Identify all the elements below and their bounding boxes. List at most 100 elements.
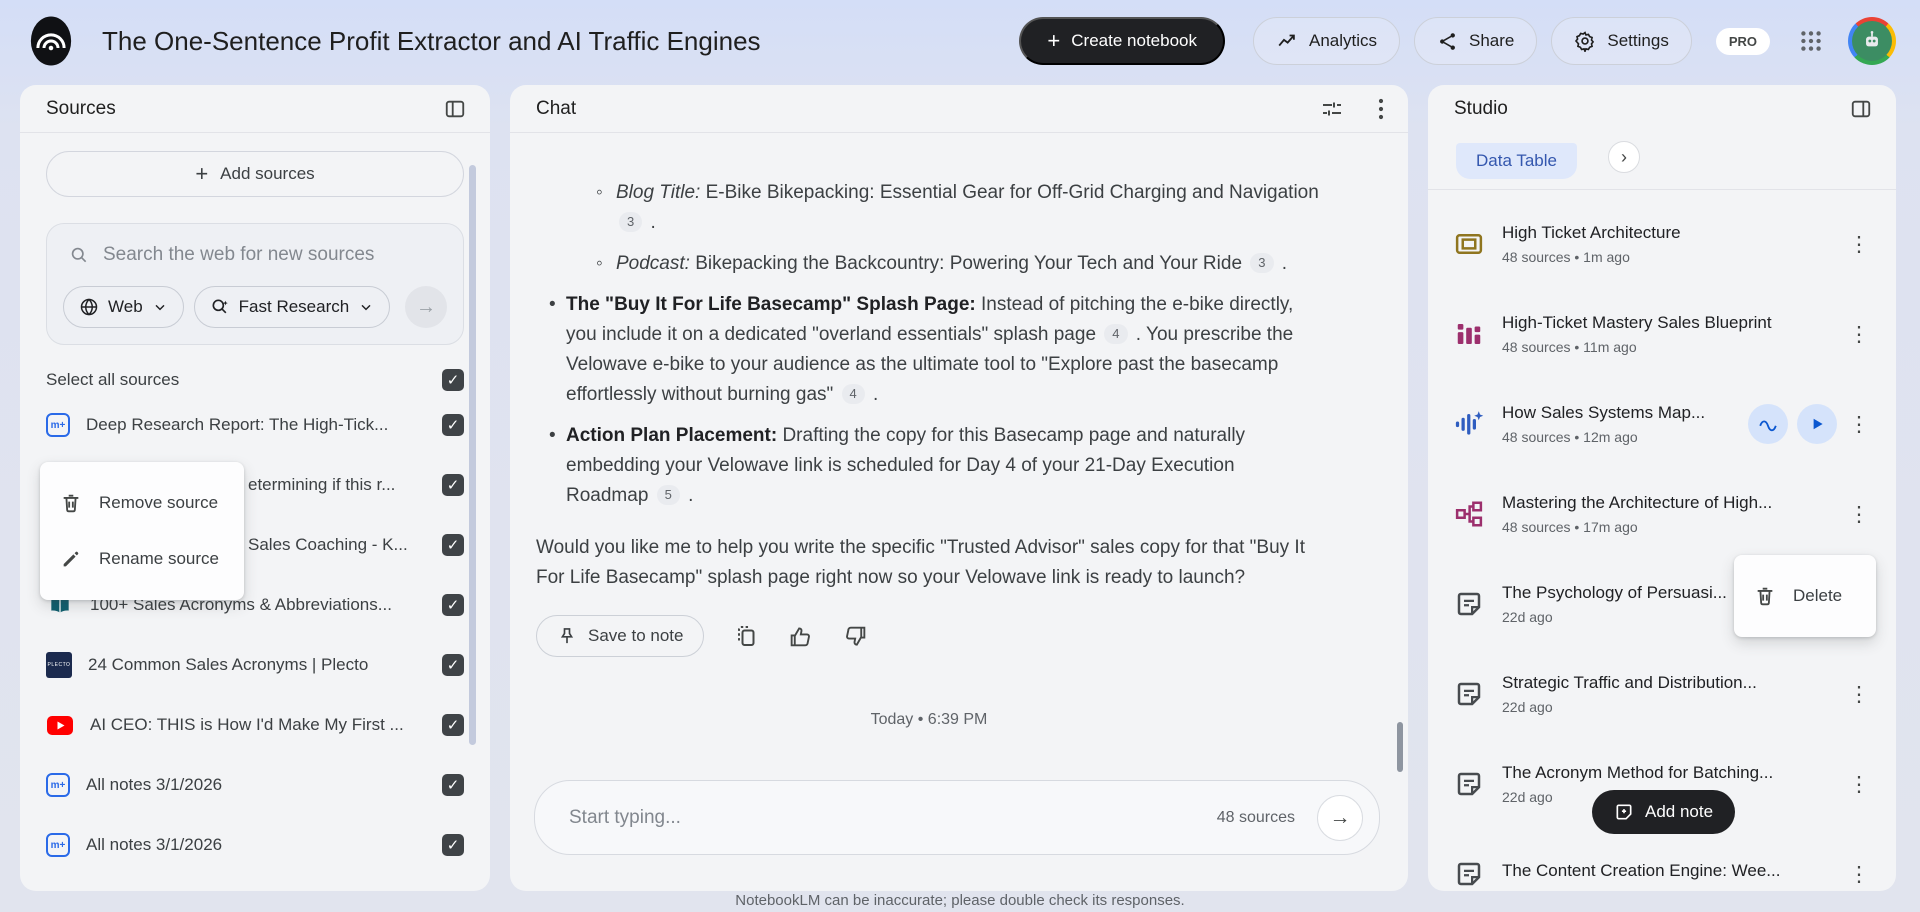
analytics-button[interactable]: Analytics xyxy=(1252,17,1401,65)
message-block: Blog Title: E-Bike Bikepacking: Essentia… xyxy=(536,178,1322,238)
message-text: . xyxy=(682,485,694,506)
message-block: Podcast: Bikepacking the Backcountry: Po… xyxy=(536,249,1322,279)
studio-item-text: Mastering the Architecture of High... 48 … xyxy=(1502,493,1840,535)
source-checkbox[interactable] xyxy=(442,474,464,496)
search-input[interactable] xyxy=(102,244,441,266)
thumbs-down-icon xyxy=(846,626,866,646)
share-button[interactable]: Share xyxy=(1414,17,1538,65)
add-note-label: Add note xyxy=(1645,802,1714,821)
source-checkbox[interactable] xyxy=(442,654,464,676)
citation-chip[interactable]: 3 xyxy=(619,212,643,232)
flashcards-icon xyxy=(1454,229,1484,259)
notebook-title: The One-Sentence Profit Extractor and AI… xyxy=(102,25,761,56)
chat-more-options-button[interactable] xyxy=(1378,97,1384,121)
thumbs-down-button[interactable] xyxy=(843,624,868,649)
settings-label: Settings xyxy=(1607,31,1669,50)
notebooklm-logo-icon xyxy=(30,16,72,66)
message-text: . xyxy=(1276,253,1288,274)
copy-response-button[interactable] xyxy=(734,624,758,648)
studio-item-text: The Content Creation Engine: Wee... xyxy=(1502,861,1840,887)
source-title: Sales Coaching - K... xyxy=(248,535,408,554)
tune-sliders-icon xyxy=(1323,102,1341,115)
source-title: 24 Common Sales Acronyms | Plecto xyxy=(88,655,369,674)
add-sources-button[interactable]: + Add sources xyxy=(46,151,464,197)
mindmap-icon xyxy=(1454,499,1484,529)
account-avatar[interactable] xyxy=(1848,17,1896,65)
studio-item-more-button[interactable]: ⋮ xyxy=(1846,772,1872,797)
chat-input[interactable] xyxy=(569,806,1217,829)
sources-scrollbar[interactable] xyxy=(469,165,476,745)
source-checkbox[interactable] xyxy=(442,774,464,796)
delete-menu-item[interactable]: Delete xyxy=(1734,568,1876,624)
chat-settings-button[interactable] xyxy=(1320,97,1344,121)
source-checkbox[interactable] xyxy=(442,834,464,856)
send-message-button[interactable]: → xyxy=(1317,794,1363,841)
source-row[interactable]: AI CEO: THIS is How I'd Make My First ..… xyxy=(46,695,464,755)
studio-item-row[interactable]: High-Ticket Mastery Sales Blueprint 48 so… xyxy=(1454,289,1872,379)
data-table-chip[interactable]: Data Table xyxy=(1456,143,1577,179)
search-icon xyxy=(71,247,87,263)
studio-item-row[interactable]: High Ticket Architecture 48 sources • 1m … xyxy=(1454,199,1872,289)
studio-item-meta: 48 sources • 17m ago xyxy=(1502,519,1638,535)
citation-chip[interactable]: 5 xyxy=(656,485,680,505)
studio-item-more-button[interactable]: ⋮ xyxy=(1846,412,1872,437)
remove-source-menu-item[interactable]: Remove source xyxy=(40,475,244,531)
research-mode-label: Fast Research xyxy=(238,297,350,316)
collapse-studio-panel-button[interactable] xyxy=(1850,98,1872,120)
chat-input-bar: 48 sources → xyxy=(534,780,1380,855)
source-row[interactable]: m+ All notes 3/1/2026 xyxy=(46,755,464,815)
create-notebook-button[interactable]: + Create notebook xyxy=(1019,17,1225,65)
source-checkbox[interactable] xyxy=(442,714,464,736)
studio-item-row[interactable]: The Content Creation Engine: Wee... ⋮ xyxy=(1454,829,1872,891)
studio-item-more-button[interactable]: ⋮ xyxy=(1846,862,1872,887)
message-text: Action Plan Placement: xyxy=(566,425,778,446)
studio-item-more-button[interactable]: ⋮ xyxy=(1846,502,1872,527)
studio-item-row[interactable]: Mastering the Architecture of High... 48 … xyxy=(1454,469,1872,559)
chip-scroll-right-button[interactable]: › xyxy=(1608,141,1640,173)
studio-item-title: Strategic Traffic and Distribution... xyxy=(1502,673,1757,692)
collapse-sources-panel-button[interactable] xyxy=(444,98,466,120)
rename-source-label: Rename source xyxy=(99,549,220,568)
source-checkbox[interactable] xyxy=(442,534,464,556)
delete-label: Delete xyxy=(1793,586,1843,605)
trash-icon xyxy=(63,494,79,513)
citation-chip[interactable]: 4 xyxy=(841,384,865,404)
interactive-mode-button[interactable] xyxy=(1748,404,1788,444)
thumbs-up-button[interactable] xyxy=(788,624,813,649)
source-row[interactable]: m+ All notes 3/1/2026 xyxy=(46,815,464,875)
source-count-label: 48 sources xyxy=(1216,808,1295,826)
chevron-down-icon xyxy=(155,304,165,311)
message-actions-row: Save to note xyxy=(536,615,1322,657)
source-row[interactable]: m+ Deep Research Report: The High-Tick... xyxy=(46,395,464,455)
settings-button[interactable]: Settings xyxy=(1551,17,1692,65)
studio-item-more-button[interactable]: ⋮ xyxy=(1846,682,1872,707)
studio-item-text: Strategic Traffic and Distribution... 22d… xyxy=(1502,673,1840,715)
research-mode-dropdown[interactable]: Fast Research xyxy=(193,286,391,328)
note-icon xyxy=(1454,589,1484,619)
citation-chip[interactable]: 3 xyxy=(1250,253,1274,273)
select-all-checkbox[interactable] xyxy=(442,369,464,391)
play-audio-button[interactable] xyxy=(1797,404,1837,444)
google-apps-button[interactable] xyxy=(1798,28,1824,54)
message-text: Bikepacking the Backcountry: Powering Yo… xyxy=(689,253,1248,274)
remove-source-label: Remove source xyxy=(99,493,219,512)
studio-item-row[interactable]: How Sales Systems Map... 48 sources • 12m… xyxy=(1454,379,1872,469)
studio-item-more-button[interactable]: ⋮ xyxy=(1846,322,1872,347)
add-note-button[interactable]: Add note xyxy=(1592,790,1736,834)
source-title: AI CEO: THIS is How I'd Make My First ..… xyxy=(90,715,404,734)
submit-search-button[interactable]: → xyxy=(405,286,447,328)
chat-message-area[interactable]: Blog Title: E-Bike Bikepacking: Essentia… xyxy=(510,134,1408,759)
rename-source-menu-item[interactable]: Rename source xyxy=(40,531,244,587)
studio-item-more-button[interactable]: ⋮ xyxy=(1846,232,1872,257)
web-source-type-dropdown[interactable]: Web xyxy=(63,286,184,328)
youtube-icon xyxy=(46,711,74,739)
chat-panel-title: Chat xyxy=(536,97,577,119)
chat-scrollbar[interactable] xyxy=(1397,722,1403,772)
citation-chip[interactable]: 4 xyxy=(1104,324,1128,344)
source-row[interactable]: PLECTO 24 Common Sales Acronyms | Plecto xyxy=(46,635,464,695)
save-to-note-button[interactable]: Save to note xyxy=(536,615,705,657)
message-block: Would you like me to help you write the … xyxy=(536,533,1322,593)
source-checkbox[interactable] xyxy=(442,594,464,616)
studio-item-row[interactable]: Strategic Traffic and Distribution... 22d… xyxy=(1454,649,1872,739)
source-checkbox[interactable] xyxy=(442,414,464,436)
